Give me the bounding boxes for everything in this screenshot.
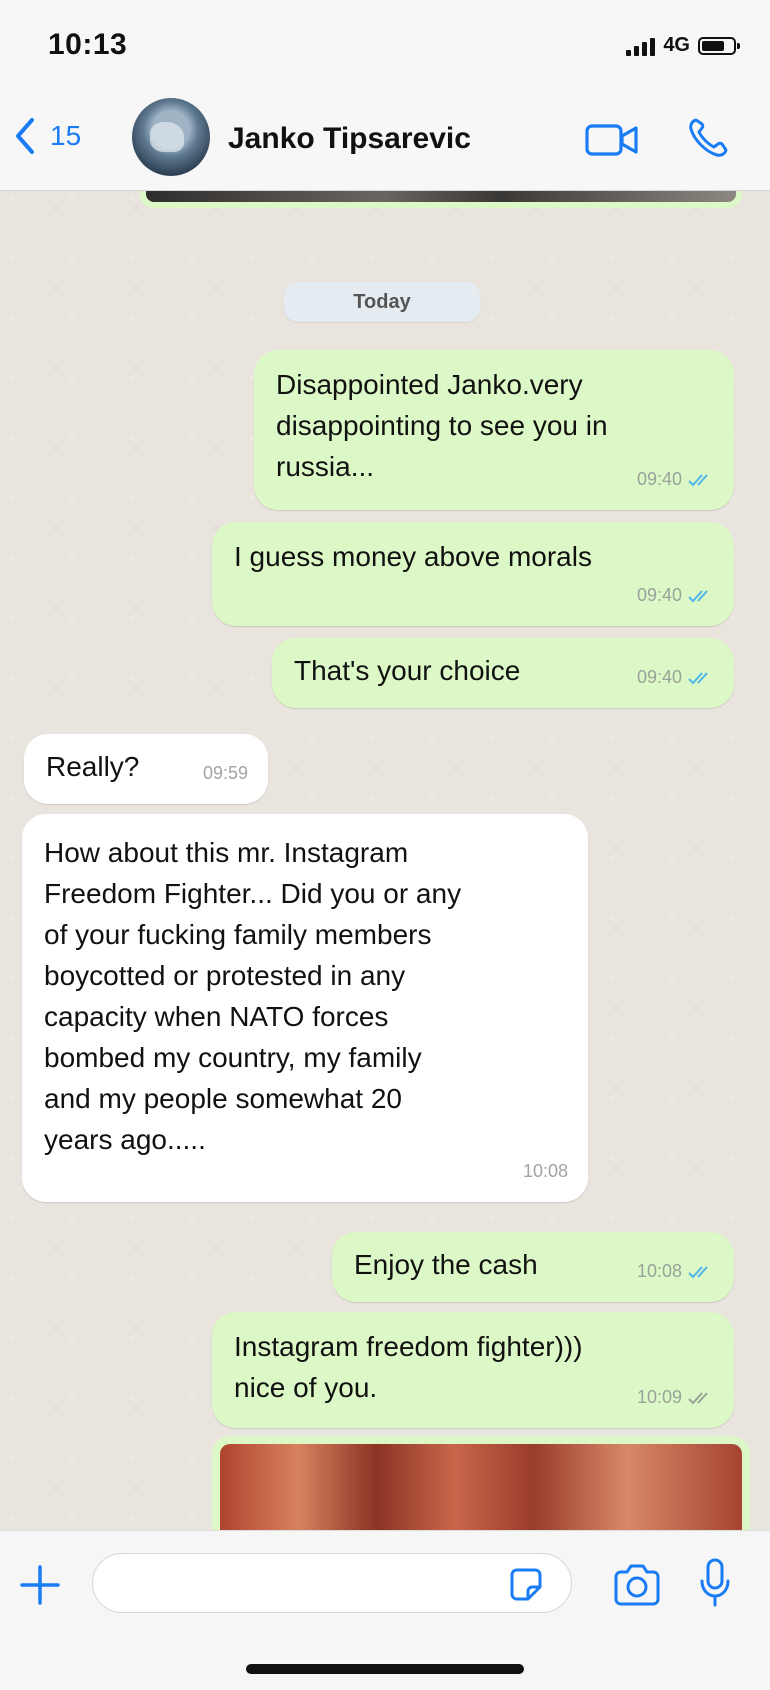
status-bar: 10:13 4G [0, 0, 770, 90]
home-indicator[interactable] [246, 1664, 524, 1674]
message-meta: 10:09 [637, 1377, 714, 1418]
message-time: 10:09 [636, 1387, 682, 1407]
message-outgoing[interactable]: I guess money above morals 09:40 [212, 522, 734, 626]
message-outgoing[interactable]: Disappointed Janko.very disappointing to… [254, 350, 734, 510]
message-text-line: Instagram freedom fighter))) [234, 1331, 583, 1362]
message-text-line: years ago..... [44, 1124, 206, 1155]
double-check-read-icon [688, 473, 708, 486]
message-text-line: Disappointed Janko.very [276, 369, 583, 400]
message-meta: 09:40 [637, 657, 714, 698]
camera-icon[interactable] [612, 1563, 662, 1607]
network-type: 4G [663, 34, 690, 56]
message-meta: 09:40 [637, 575, 714, 616]
message-text-line: and my people somewhat 20 [44, 1083, 402, 1114]
message-input[interactable] [92, 1553, 572, 1613]
message-time: 09:40 [636, 585, 682, 605]
contact-name[interactable]: Janko Tipsarevic [228, 122, 471, 156]
video-call-icon[interactable] [584, 120, 640, 160]
message-text-line: disappointing to see you in [276, 410, 608, 441]
message-meta: 09:59 [203, 753, 248, 794]
message-time: 09:40 [636, 667, 682, 687]
signal-strength-icon [626, 36, 656, 56]
date-separator: Today [284, 282, 480, 322]
message-outgoing[interactable]: Instagram freedom fighter))) nice of you… [212, 1312, 734, 1428]
chevron-left-icon [16, 118, 34, 154]
double-check-delivered-icon [688, 1391, 708, 1404]
message-meta: 09:40 [637, 459, 714, 500]
status-indicators: 4G [626, 34, 740, 57]
message-text-line: Freedom Fighter... Did you or any [44, 878, 462, 909]
plus-icon[interactable] [16, 1561, 64, 1609]
message-time: 10:08 [636, 1261, 682, 1281]
battery-icon [698, 36, 740, 55]
message-time: 09:59 [202, 763, 248, 783]
message-text-line: of your fucking family members [44, 919, 432, 950]
message-meta: 10:08 [637, 1251, 714, 1292]
message-time: 09:40 [636, 469, 682, 489]
back-button[interactable]: 15 [10, 112, 81, 160]
message-text: I guess money above morals [234, 541, 592, 572]
message-meta: 10:08 [523, 1151, 568, 1192]
status-time: 10:13 [48, 28, 128, 61]
message-incoming[interactable]: Really? 09:59 [24, 734, 268, 804]
double-check-read-icon [688, 589, 708, 602]
double-check-read-icon [688, 671, 708, 684]
message-text-line: boycotted or protested in any [44, 960, 406, 991]
microphone-icon[interactable] [698, 1557, 732, 1609]
contact-avatar[interactable] [132, 98, 210, 176]
double-check-read-icon [688, 1265, 708, 1278]
media-message-image[interactable] [212, 1436, 750, 1538]
message-incoming[interactable]: How about this mr. Instagram Freedom Fig… [22, 814, 588, 1202]
message-outgoing[interactable]: Enjoy the cash 10:08 [332, 1232, 734, 1302]
sticker-icon[interactable] [506, 1565, 546, 1605]
message-text-line: How about this mr. Instagram [44, 837, 409, 868]
message-outgoing[interactable]: That's your choice 09:40 [272, 638, 734, 708]
phone-icon[interactable] [686, 116, 730, 160]
message-text-line: capacity when NATO forces [44, 1001, 389, 1032]
message-text-line: bombed my country, my family [44, 1042, 422, 1073]
unread-count: 15 [50, 120, 82, 151]
message-time: 10:08 [522, 1161, 568, 1181]
chat-header: 15 Janko Tipsarevic [0, 90, 770, 191]
